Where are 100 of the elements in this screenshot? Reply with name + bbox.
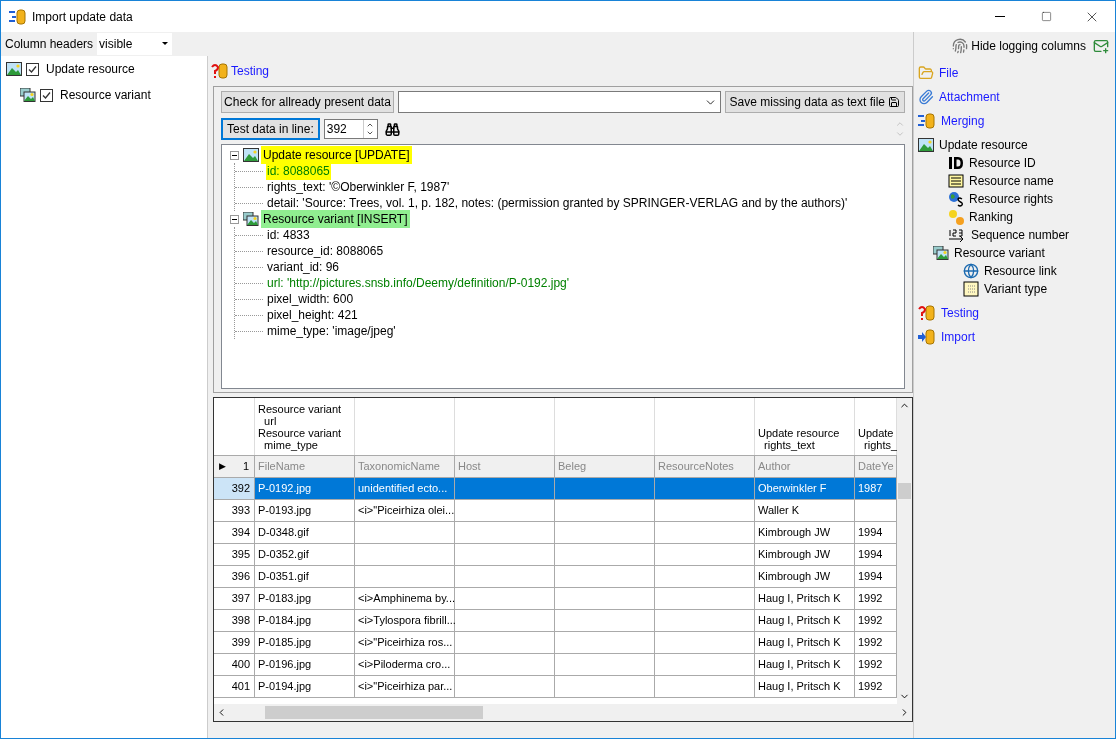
column-headers-dropdown[interactable]: visible bbox=[97, 33, 173, 55]
checkbox[interactable] bbox=[40, 88, 53, 102]
column-header[interactable]: Update resource rights_text bbox=[758, 427, 840, 451]
table-cell-text: Kimbrough JW bbox=[758, 569, 831, 585]
grid-row[interactable]: 400 P-0196.jpg <i>Piloderma cro... Haug I, Pritsch K 1992 bbox=[214, 654, 897, 676]
tree-item[interactable]: Resource variant bbox=[60, 86, 151, 104]
nav-link[interactable]: Testing bbox=[941, 304, 980, 322]
checkbox[interactable] bbox=[26, 62, 39, 76]
field-name-cell-text: DateYe bbox=[858, 459, 894, 475]
tree-leaf[interactable]: pixel_height: 421 bbox=[266, 306, 359, 324]
grid-row[interactable]: 396 D-0351.gif Kimbrough JW 1994 bbox=[214, 566, 897, 588]
table-cell-text: <i>Piloderma cro... bbox=[358, 657, 451, 673]
save-missing-button[interactable]: Save missing data as text file bbox=[724, 91, 905, 113]
table-cell-text: P-0183.jpg bbox=[258, 591, 312, 607]
row-header[interactable]: 392 bbox=[214, 478, 255, 499]
column-label: Resource link bbox=[984, 263, 1057, 280]
collapse-icon[interactable] bbox=[230, 150, 239, 160]
table-cell-text: 1992 bbox=[858, 635, 883, 651]
image-icon bbox=[6, 62, 22, 76]
grid-row[interactable]: 399 P-0185.jpg <i>"Piceirhiza ros... Haug I, Pritsch K 1992 bbox=[214, 632, 897, 654]
nav-link[interactable]: File bbox=[939, 64, 959, 82]
field-name-cell-text: FileName bbox=[258, 459, 306, 475]
grid-row[interactable]: 394 D-0348.gif Kimbrough JW 1994 bbox=[214, 522, 897, 544]
tree-item[interactable]: Update resource bbox=[46, 60, 135, 78]
tree-leaf[interactable]: pixel_width: 600 bbox=[266, 290, 355, 308]
line-number-spinner[interactable]: 392 bbox=[323, 119, 378, 139]
table-cell-text: P-0184.jpg bbox=[258, 613, 312, 629]
table-cell-text: Oberwinkler F bbox=[758, 481, 827, 497]
test-line-button[interactable]: Test data in line: bbox=[221, 118, 320, 140]
maximize-icon bbox=[1040, 11, 1052, 22]
column-header[interactable]: Update rights_ bbox=[858, 427, 898, 451]
tree-leaf[interactable]: mime_type: 'image/jpeg' bbox=[266, 322, 397, 340]
table-cell-text: <i>"Piceirhiza olei... bbox=[358, 503, 455, 519]
table-cell-text: D-0352.gif bbox=[258, 547, 309, 563]
collapse-icon[interactable] bbox=[230, 214, 239, 224]
tree-leaf[interactable]: variant_id: 96 bbox=[266, 258, 341, 276]
tree-leaf[interactable]: resource_id: 8088065 bbox=[266, 242, 385, 260]
table-cell-text: P-0185.jpg bbox=[258, 635, 312, 651]
save-icon bbox=[888, 96, 900, 108]
tree-node[interactable]: Resource variant [INSERT] bbox=[261, 210, 410, 228]
nav-link[interactable]: Merging bbox=[941, 112, 985, 130]
grid-row[interactable]: 395 D-0352.gif Kimbrough JW 1994 bbox=[214, 544, 897, 566]
grid-row[interactable]: 393 P-0193.jpg <i>"Piceirhiza olei... Waller K bbox=[214, 500, 897, 522]
table-cell-text: P-0196.jpg bbox=[258, 657, 312, 673]
horizontal-scrollbar[interactable] bbox=[214, 704, 912, 721]
field-name-cell-text: ResourceNotes bbox=[658, 459, 734, 475]
table-cell-text: P-0192.jpg bbox=[258, 481, 312, 497]
table-cell-text: 1992 bbox=[858, 657, 883, 673]
column-label: Ranking bbox=[969, 209, 1014, 226]
grid-row[interactable]: 398 P-0184.jpg <i>Tylospora fibrill... Haug I, Pritsch K 1992 bbox=[214, 610, 897, 632]
minimize-icon bbox=[995, 16, 1005, 17]
section-link[interactable]: Testing bbox=[231, 62, 270, 80]
scroll-thumb[interactable] bbox=[898, 483, 911, 499]
globe-section-icon bbox=[948, 191, 964, 207]
table-cell-text: 1994 bbox=[858, 547, 883, 563]
grid-row[interactable]: 397 P-0183.jpg <i>Amphinema by... Haug I, Pritsch K 1992 bbox=[214, 588, 897, 610]
hide-logging-link[interactable]: Hide logging columns bbox=[971, 37, 1086, 55]
table-cell-text: <i>Tylospora fibrill... bbox=[358, 613, 456, 629]
tree-leaf[interactable]: rights_text: '©Oberwinkler F, 1987' bbox=[266, 178, 451, 196]
tree-leaf[interactable]: url: 'http://pictures.snsb.info/Deemy/definition/P-0192.jpg' bbox=[266, 274, 571, 292]
field-name-cell-text: TaxonomicName bbox=[358, 459, 440, 475]
column-label: Sequence number bbox=[971, 227, 1070, 244]
images-icon bbox=[243, 212, 259, 226]
nav-link[interactable]: Attachment bbox=[939, 88, 1000, 106]
table-cell-text: Haug I, Pritsch K bbox=[758, 679, 841, 695]
result-dropdown[interactable] bbox=[398, 91, 721, 113]
table-cell-text: <i>"Piceirhiza ros... bbox=[358, 635, 453, 651]
table-label: Update resource bbox=[939, 137, 1028, 154]
fingerprint-icon bbox=[952, 38, 969, 54]
image-icon bbox=[243, 148, 259, 162]
grid-row[interactable]: 392 P-0192.jpg unidentified ecto... Oberwinkler F 1987 bbox=[214, 478, 897, 500]
form-icon bbox=[948, 174, 964, 188]
column-header[interactable]: Resource variant url Resource variant mime_type bbox=[258, 403, 342, 451]
tree-leaf[interactable]: detail: 'Source: Trees, vol. 1, p. 182, notes: (permission granted by SPRINGER-VERLAG and by the authors)' bbox=[266, 194, 849, 212]
tree-leaf[interactable]: id: 4833 bbox=[266, 226, 311, 244]
vertical-scrollbar[interactable] bbox=[897, 398, 912, 704]
tree-node[interactable]: Update resource [UPDATE] bbox=[261, 146, 412, 164]
field-name-cell-text: Host bbox=[458, 459, 481, 475]
table-cell-text: Haug I, Pritsch K bbox=[758, 635, 841, 651]
row-number: 1 bbox=[242, 459, 249, 475]
database-import-icon bbox=[918, 329, 936, 345]
table-cell-text: 1992 bbox=[858, 613, 883, 629]
table-cell-text: 1992 bbox=[858, 679, 883, 695]
table-cell-text: D-0351.gif bbox=[258, 569, 309, 585]
table-cell-text: 1994 bbox=[858, 525, 883, 541]
scroll-thumb[interactable] bbox=[265, 706, 483, 719]
table-cell-text: Kimbrough JW bbox=[758, 525, 831, 541]
tree-leaf[interactable]: id: 8088065 bbox=[266, 162, 331, 180]
table-cell-text: Haug I, Pritsch K bbox=[758, 657, 841, 673]
column-label: Resource rights bbox=[969, 191, 1054, 208]
images-icon bbox=[933, 246, 949, 260]
table-cell-text: 1987 bbox=[858, 481, 883, 497]
grid-row[interactable]: 401 P-0194.jpg <i>"Piceirhiza par... Haug I, Pritsch K 1992 bbox=[214, 676, 897, 698]
nav-link[interactable]: Import bbox=[941, 328, 975, 346]
field-name-cell-text: Author bbox=[758, 459, 791, 475]
check-button[interactable]: Check for allready present data bbox=[221, 91, 394, 113]
dropdown-arrow-icon bbox=[162, 42, 169, 46]
table-cell-text: Haug I, Pritsch K bbox=[758, 591, 841, 607]
image-icon bbox=[918, 138, 934, 152]
field-name-cell-text: Beleg bbox=[558, 459, 587, 475]
